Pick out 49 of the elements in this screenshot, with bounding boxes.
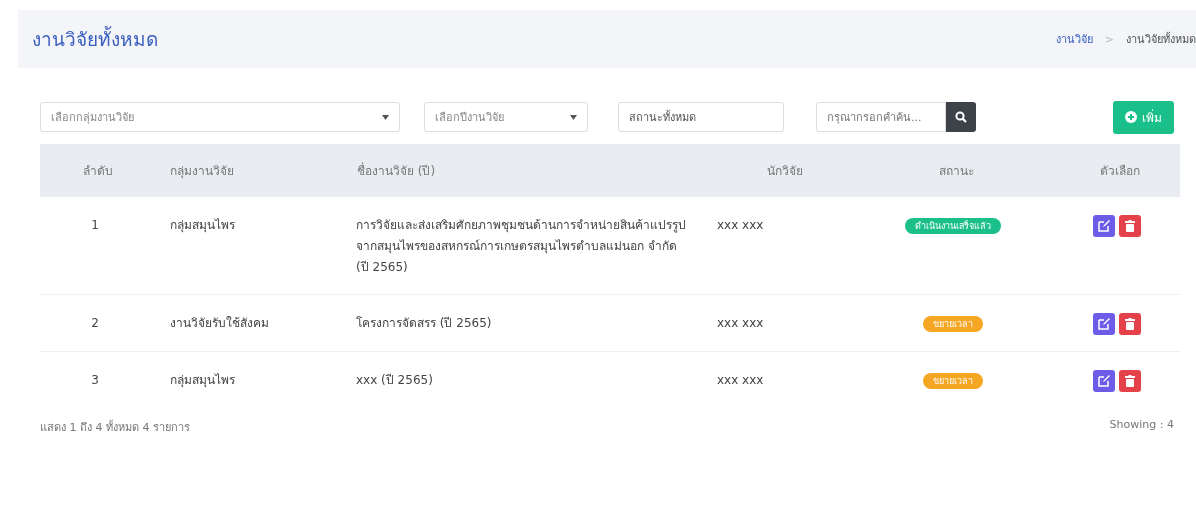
- edit-icon: [1097, 318, 1110, 330]
- column-header: ตัวเลือก: [1099, 164, 1140, 178]
- table-cell: 3: [91, 373, 99, 387]
- table-cell: โครงการจัดสรร (ปี 2565): [356, 316, 492, 330]
- trash-icon: [1124, 318, 1135, 330]
- status-badge: ดำเนินงานเสร็จแล้ว: [905, 218, 1001, 234]
- delete-button[interactable]: [1118, 313, 1141, 335]
- table-summary: แสดง 1 ถึง 4 ทั้งหมด 4 รายการ: [40, 419, 190, 436]
- table-cell: งานวิจัยรับใช้สังคม: [170, 316, 269, 330]
- add-button[interactable]: เพิ่ม: [1113, 100, 1174, 134]
- column-header: กลุ่มงานวิจัย: [170, 164, 234, 178]
- caret-icon: [570, 114, 577, 120]
- breadcrumb-separator: >: [1104, 32, 1114, 46]
- trash-icon: [1124, 220, 1135, 232]
- table-cell: xxx xxx: [717, 373, 764, 387]
- table-cell: xxx xxx: [717, 316, 764, 330]
- column-header: นักวิจัย: [767, 164, 803, 178]
- edit-icon: [1097, 375, 1110, 387]
- table-cell: กลุ่มสมุนไพร: [170, 218, 235, 232]
- column-header: ชื่องานวิจัย (ปี): [357, 164, 436, 178]
- group-select[interactable]: เลือกกลุ่มงานวิจัย: [40, 102, 400, 132]
- column-header: ลำดับ: [83, 164, 113, 178]
- delete-button[interactable]: [1118, 370, 1141, 392]
- edit-button[interactable]: [1092, 215, 1115, 237]
- breadcrumb-link[interactable]: งานวิจัย: [1055, 30, 1093, 48]
- trash-icon: [1124, 375, 1135, 387]
- search-button[interactable]: [946, 102, 976, 132]
- table-cell: กลุ่มสมุนไพร: [170, 373, 235, 387]
- search-icon: [955, 111, 967, 123]
- status-badge: ขยายเวลา: [923, 316, 983, 332]
- year-select[interactable]: เลือกปีงานวิจัย: [424, 102, 588, 132]
- plus-circle-icon: [1125, 111, 1137, 123]
- table-cell: 1: [91, 218, 99, 232]
- delete-button[interactable]: [1118, 215, 1141, 237]
- search-field[interactable]: กรุณากรอกคำค้น...: [816, 102, 946, 132]
- edit-icon: [1097, 220, 1110, 232]
- caret-icon: [382, 114, 389, 120]
- table-cell: xxx (ปี 2565): [356, 373, 433, 387]
- table-cell: 2: [91, 316, 99, 330]
- status-badge: ขยายเวลา: [923, 373, 983, 389]
- table-cell: การวิจัยและส่งเสริมศักยภาพชุมชนด้านการจำหน่ายสินค้าแปรรูปจากสมุนไพรของสหกรณ์การเกษตรสมุนไพรตำบลแม่นอก จำกัด (ปี 2565): [356, 218, 686, 274]
- column-header: สถานะ: [938, 164, 974, 178]
- showing-count: Showing : 4: [1109, 418, 1174, 433]
- edit-button[interactable]: [1092, 370, 1115, 392]
- page-title: งานวิจัยทั้งหมด: [32, 25, 158, 52]
- current-page-label: งานวิจัยทั้งหมด: [1126, 31, 1196, 48]
- status-field[interactable]: สถานะทั้งหมด: [618, 102, 784, 132]
- edit-button[interactable]: [1092, 313, 1115, 335]
- table-cell: xxx xxx: [717, 218, 764, 232]
